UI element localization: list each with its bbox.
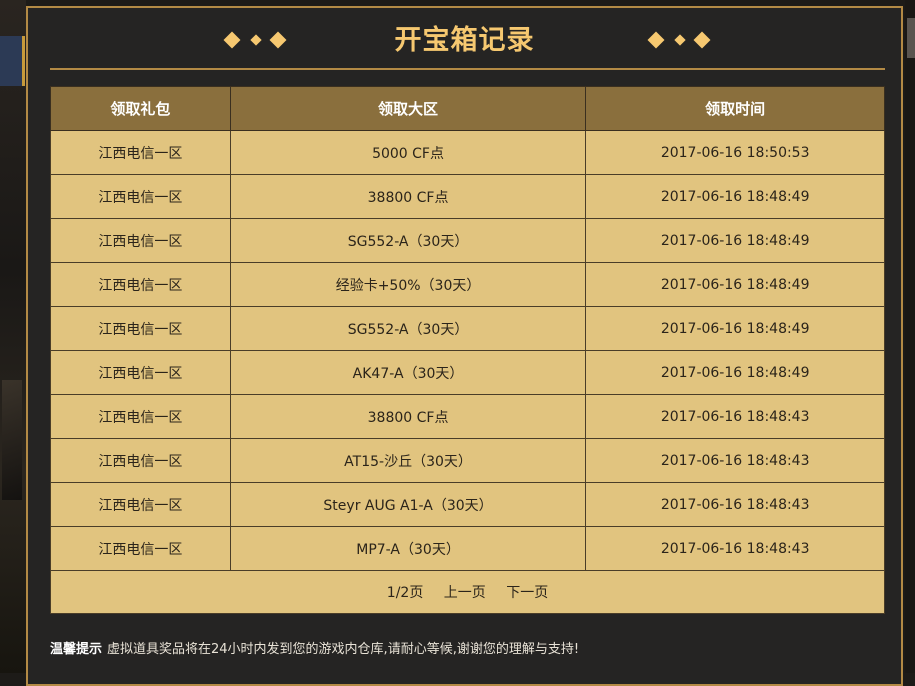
cell-gift: 江西电信一区 [50,262,231,307]
cell-region: MP7-A（30天） [229,526,587,571]
table-row: 江西电信一区 SG552-A（30天） 2017-06-16 18:48:49 [50,306,885,351]
next-page-link[interactable]: 下一页 [506,585,548,601]
table-row: 江西电信一区 AK47-A（30天） 2017-06-16 18:48:49 [50,350,885,395]
cell-time: 2017-06-16 18:48:43 [585,482,885,527]
table-row: 江西电信一区 5000 CF点 2017-06-16 18:50:53 [50,130,885,175]
cell-region: Steyr AUG A1-A（30天） [229,482,587,527]
cell-gift: 江西电信一区 [50,438,231,483]
page-info: 1/2页 [386,585,424,601]
cell-region: 经验卡+50%（30天） [229,262,587,307]
cell-region: AT15-沙丘（30天） [229,438,587,483]
cell-region: 38800 CF点 [229,174,587,219]
diamond-ornament-right-icon [647,30,714,50]
cell-gift: 江西电信一区 [50,526,231,571]
cell-time: 2017-06-16 18:48:49 [585,306,885,351]
background-right [905,0,915,673]
table-row: 江西电信一区 经验卡+50%（30天） 2017-06-16 18:48:49 [50,262,885,307]
background-decoration [0,36,25,86]
cell-time: 2017-06-16 18:48:43 [585,438,885,483]
page-title: 开宝箱记录 [394,25,535,56]
notice: 温馨提示 虚拟道具奖品将在24小时内发到您的游戏内仓库,请耐心等候,谢谢您的理解与… [50,638,579,657]
cell-gift: 江西电信一区 [50,394,231,439]
cell-time: 2017-06-16 18:50:53 [585,130,885,175]
prev-page-link[interactable]: 上一页 [444,585,486,601]
cell-gift: 江西电信一区 [50,218,231,263]
table-header-row: 领取礼包 领取大区 领取时间 [50,86,885,131]
cell-region: 38800 CF点 [229,394,587,439]
cell-region: SG552-A（30天） [229,218,587,263]
records-table: 领取礼包 领取大区 领取时间 江西电信一区 5000 CF点 2017-06-1… [50,86,885,614]
cell-time: 2017-06-16 18:48:43 [585,394,885,439]
notice-text: 虚拟道具奖品将在24小时内发到您的游戏内仓库,请耐心等候,谢谢您的理解与支持! [107,642,580,657]
cell-gift: 江西电信一区 [50,306,231,351]
cell-gift: 江西电信一区 [50,350,231,395]
table-row: 江西电信一区 38800 CF点 2017-06-16 18:48:49 [50,174,885,219]
cell-time: 2017-06-16 18:48:43 [585,526,885,571]
table-row: 江西电信一区 SG552-A（30天） 2017-06-16 18:48:49 [50,218,885,263]
cell-region: 5000 CF点 [229,130,587,175]
background-decoration [2,380,22,500]
cell-gift: 江西电信一区 [50,174,231,219]
table-row: 江西电信一区 38800 CF点 2017-06-16 18:48:43 [50,394,885,439]
cell-time: 2017-06-16 18:48:49 [585,350,885,395]
cell-region: AK47-A（30天） [229,350,587,395]
column-header-time: 领取时间 [585,86,885,131]
background-decoration [907,18,915,58]
cell-time: 2017-06-16 18:48:49 [585,174,885,219]
cell-time: 2017-06-16 18:48:49 [585,262,885,307]
cell-region: SG552-A（30天） [229,306,587,351]
column-header-gift: 领取礼包 [50,86,231,131]
cell-gift: 江西电信一区 [50,130,231,175]
cell-gift: 江西电信一区 [50,482,231,527]
table-row: 江西电信一区 MP7-A（30天） 2017-06-16 18:48:43 [50,526,885,571]
pager: 1/2页 上一页 下一页 [50,570,885,614]
background-left [0,0,26,673]
cell-time: 2017-06-16 18:48:49 [585,218,885,263]
pager-row: 1/2页 上一页 下一页 [50,570,885,614]
records-panel: 开宝箱记录 领取礼包 领取大区 领取时间 江西电信一区 5000 CF点 201… [26,6,903,686]
column-header-region: 领取大区 [229,86,587,131]
table-row: 江西电信一区 Steyr AUG A1-A（30天） 2017-06-16 18… [50,482,885,527]
title-divider [50,68,885,70]
title-row: 开宝箱记录 [28,20,901,70]
notice-label: 温馨提示 [50,642,103,657]
table-row: 江西电信一区 AT15-沙丘（30天） 2017-06-16 18:48:43 [50,438,885,483]
